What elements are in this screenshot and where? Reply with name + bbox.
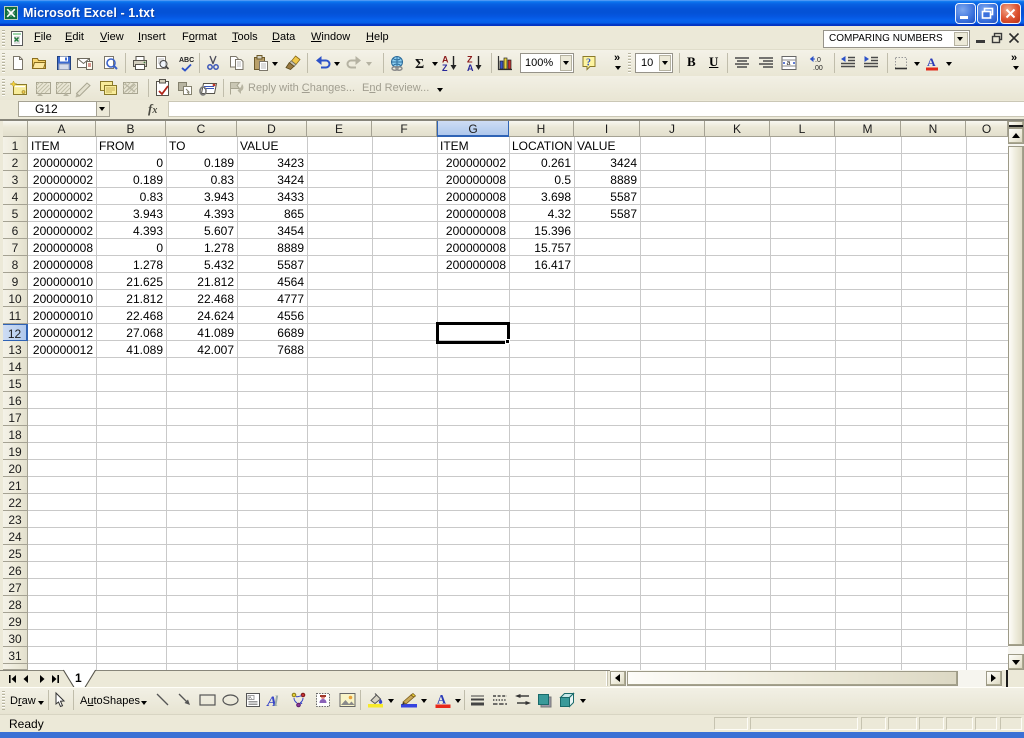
- svg-text:.00: .00: [813, 65, 823, 72]
- svg-text:A: A: [927, 55, 936, 69]
- svg-text:Z: Z: [442, 63, 448, 73]
- svg-text:A: A: [437, 693, 446, 707]
- svg-text:ABC: ABC: [179, 57, 194, 64]
- svg-text:A: A: [249, 695, 252, 700]
- svg-text:Σ: Σ: [415, 57, 424, 72]
- svg-text:.0: .0: [815, 57, 821, 64]
- svg-text:?: ?: [586, 58, 591, 69]
- svg-text:A: A: [467, 63, 474, 73]
- svg-text:a: a: [787, 60, 791, 67]
- svg-text:l: l: [274, 694, 279, 710]
